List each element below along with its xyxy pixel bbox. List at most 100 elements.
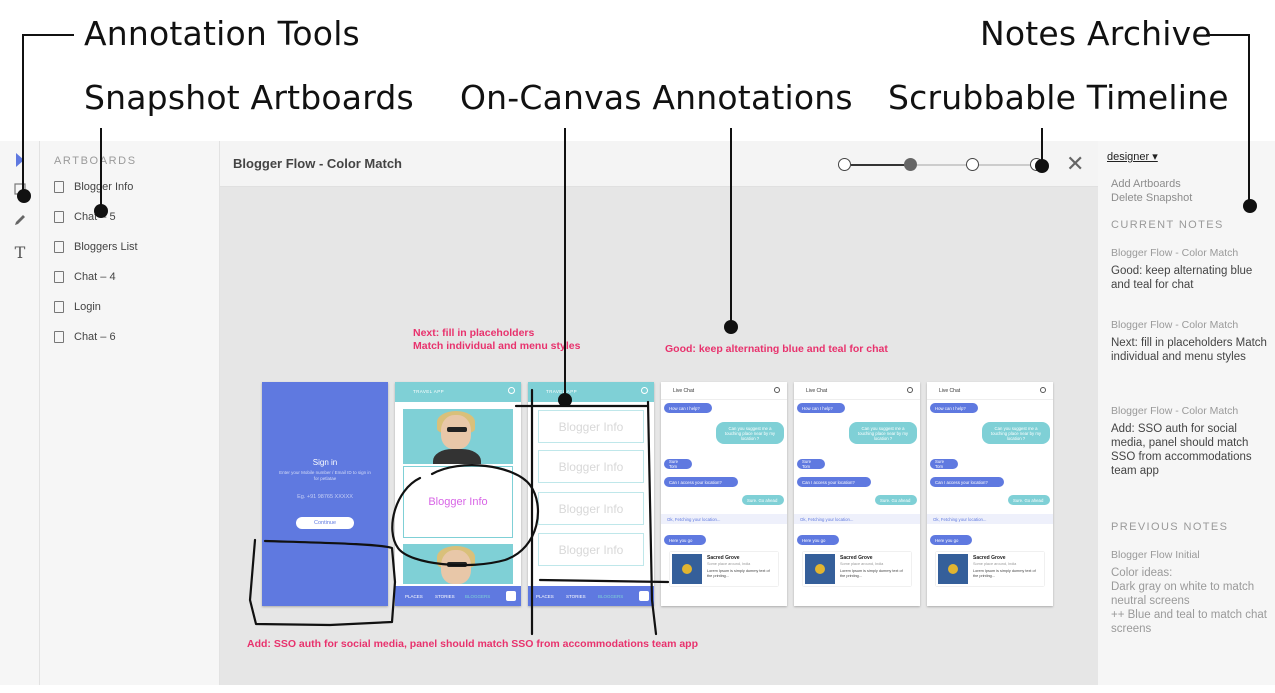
pointer-dot — [94, 204, 108, 218]
artboard-item-label: Blogger Info — [74, 181, 134, 193]
callout-annotation-tools: Annotation Tools — [84, 14, 360, 53]
artboard-chat[interactable]: Live Chat How can I help? Can you suggest … — [927, 382, 1053, 606]
artboard-item-label: Chat – 6 — [74, 331, 116, 343]
leader-line — [1206, 34, 1250, 36]
file-icon — [54, 301, 64, 313]
signin-subtitle: Enter your Mobile number / Email ID to s… — [279, 470, 371, 481]
chat-message: Sure. Go ahead — [742, 495, 784, 505]
note-item[interactable]: Blogger Flow - Color Match Add: SSO auth… — [1111, 405, 1269, 478]
canvas-topbar: Blogger Flow - Color Match ✕ — [220, 141, 1098, 187]
previous-notes-heading: PREVIOUS NOTES — [1111, 521, 1229, 533]
pencil-icon[interactable] — [11, 211, 29, 229]
artboard-blogger-info[interactable]: TRAVEL APP Blogger Info PLACES STORIES B… — [395, 382, 521, 606]
artboard-item[interactable]: Blogger Info — [54, 179, 133, 195]
artboard-item[interactable]: Chat – 6 — [54, 329, 116, 345]
chat-message: Here you go — [930, 535, 972, 545]
chat-header: Live Chat — [794, 382, 920, 400]
pointer-dot — [1035, 159, 1049, 173]
timeline-node-active[interactable] — [904, 158, 917, 171]
scrubbable-timeline[interactable] — [838, 157, 1043, 173]
chat-message: Can I access your location? — [797, 477, 871, 487]
pointer-dot — [17, 189, 31, 203]
delete-snapshot-link[interactable]: Delete Snapshot — [1111, 192, 1192, 204]
chat-message: Sure Tom — [797, 459, 825, 469]
leader-line — [730, 128, 732, 326]
artboard-item[interactable]: Bloggers List — [54, 239, 138, 255]
place-subtitle: Some place around, India — [707, 562, 751, 566]
artboard-item[interactable]: Login — [54, 299, 101, 315]
chat-message: Ok, Fetching your location... — [794, 514, 920, 524]
chat-message: Ok, Fetching your location... — [661, 514, 787, 524]
placeholder-card: Blogger Info — [538, 533, 644, 566]
search-icon — [641, 387, 648, 394]
callout-scrubbable-timeline: Scrubbable Timeline — [888, 78, 1229, 117]
canvas-annotation-good[interactable]: Good: keep alternating blue and teal for… — [665, 343, 888, 356]
callout-notes-archive: Notes Archive — [980, 14, 1212, 53]
user-menu[interactable]: designer ▾ — [1107, 150, 1158, 163]
artboard-login[interactable]: Sign in Enter your Mobile number / Email… — [262, 382, 388, 606]
place-description: Lorem Ipsum is simply dummy text of the … — [973, 569, 1036, 578]
note-source: Blogger Flow Initial — [1111, 549, 1200, 561]
callout-on-canvas-annotations: On-Canvas Annotations — [460, 78, 853, 117]
chat-message: How can I help? — [664, 403, 712, 413]
nav-bloggers: BLOGGERS — [598, 594, 624, 599]
place-card: Sacred Grove Some place around, India Lore… — [803, 552, 911, 586]
bottom-nav: PLACES STORIES BLOGGERS — [528, 586, 654, 606]
close-icon[interactable]: ✕ — [1066, 153, 1084, 175]
profile-icon — [639, 591, 649, 601]
artboard-chat[interactable]: Live Chat How can I help? Can you suggest … — [661, 382, 787, 606]
note-text: Next: fill in placeholders Match individ… — [1111, 337, 1267, 363]
artboard-item-label: Bloggers List — [74, 241, 138, 253]
note-source: Blogger Flow - Color Match — [1111, 247, 1239, 259]
artboard-chat[interactable]: Live Chat How can I help? Can you suggest … — [794, 382, 920, 606]
timeline-node[interactable] — [966, 158, 979, 171]
leader-line — [22, 34, 24, 194]
chat-message: How can I help? — [797, 403, 845, 413]
place-card: Sacred Grove Some place around, India Lore… — [670, 552, 778, 586]
artboard-item[interactable]: Chat – 4 — [54, 269, 116, 285]
file-icon — [54, 271, 64, 283]
leader-line — [1248, 34, 1250, 204]
note-item[interactable]: Blogger Flow - Color Match Good: keep al… — [1111, 247, 1269, 292]
chat-message: Sure. Go ahead — [875, 495, 917, 505]
pointer-dot — [724, 320, 738, 334]
search-icon — [508, 387, 515, 394]
artboard-item-label: Login — [74, 301, 101, 313]
artboard-bloggers-list[interactable]: TRAVEL APP Blogger Info Blogger Info Blo… — [528, 382, 654, 606]
place-title: Sacred Grove — [707, 555, 740, 561]
chat-header: Live Chat — [927, 382, 1053, 400]
file-icon — [54, 241, 64, 253]
chat-message: Sure. Go ahead — [1008, 495, 1050, 505]
leader-line — [100, 128, 102, 210]
add-artboards-link[interactable]: Add Artboards — [1111, 178, 1181, 190]
place-description: Lorem Ipsum is simply dummy text of the … — [707, 569, 770, 578]
snapshot-title: Blogger Flow - Color Match — [233, 156, 402, 171]
place-card: Sacred Grove Some place around, India Lore… — [936, 552, 1044, 586]
pointer-dot — [1243, 199, 1257, 213]
place-title: Sacred Grove — [973, 555, 1006, 561]
chat-message: Can I access your location? — [664, 477, 738, 487]
chat-message: Sure Tom — [664, 459, 692, 469]
notes-archive-panel: designer ▾ Add Artboards Delete Snapshot… — [1098, 141, 1275, 685]
canvas-annotation-next[interactable]: Next: fill in placeholders Match individ… — [413, 327, 580, 353]
timeline-node[interactable] — [838, 158, 851, 171]
place-subtitle: Some place around, India — [973, 562, 1017, 566]
pointer-icon[interactable] — [11, 151, 29, 169]
place-image — [805, 554, 835, 584]
note-item[interactable]: Blogger Flow - Color Match Next: fill in… — [1111, 319, 1269, 364]
note-text: Add: SSO auth for social media, panel sh… — [1111, 423, 1252, 477]
artboards-heading: ARTBOARDS — [54, 155, 137, 167]
blogger-photo — [403, 544, 513, 584]
note-item[interactable]: Blogger Flow Initial Color ideas: Dark g… — [1111, 549, 1269, 636]
note-text: Good: keep alternating blue and teal for… — [1111, 265, 1253, 291]
timeline-segment — [917, 164, 969, 166]
file-icon — [54, 331, 64, 343]
app-header: TRAVEL APP — [528, 382, 654, 402]
leader-line — [22, 34, 74, 36]
text-icon[interactable]: T — [11, 243, 29, 262]
canvas-annotation-add[interactable]: Add: SSO auth for social media, panel sh… — [247, 638, 698, 651]
chat-title: Live Chat — [673, 388, 695, 394]
note-text: Color ideas: Dark gray on white to match… — [1111, 567, 1267, 635]
app-header: TRAVEL APP — [395, 382, 521, 402]
annotation-toolbar: T — [0, 141, 40, 685]
